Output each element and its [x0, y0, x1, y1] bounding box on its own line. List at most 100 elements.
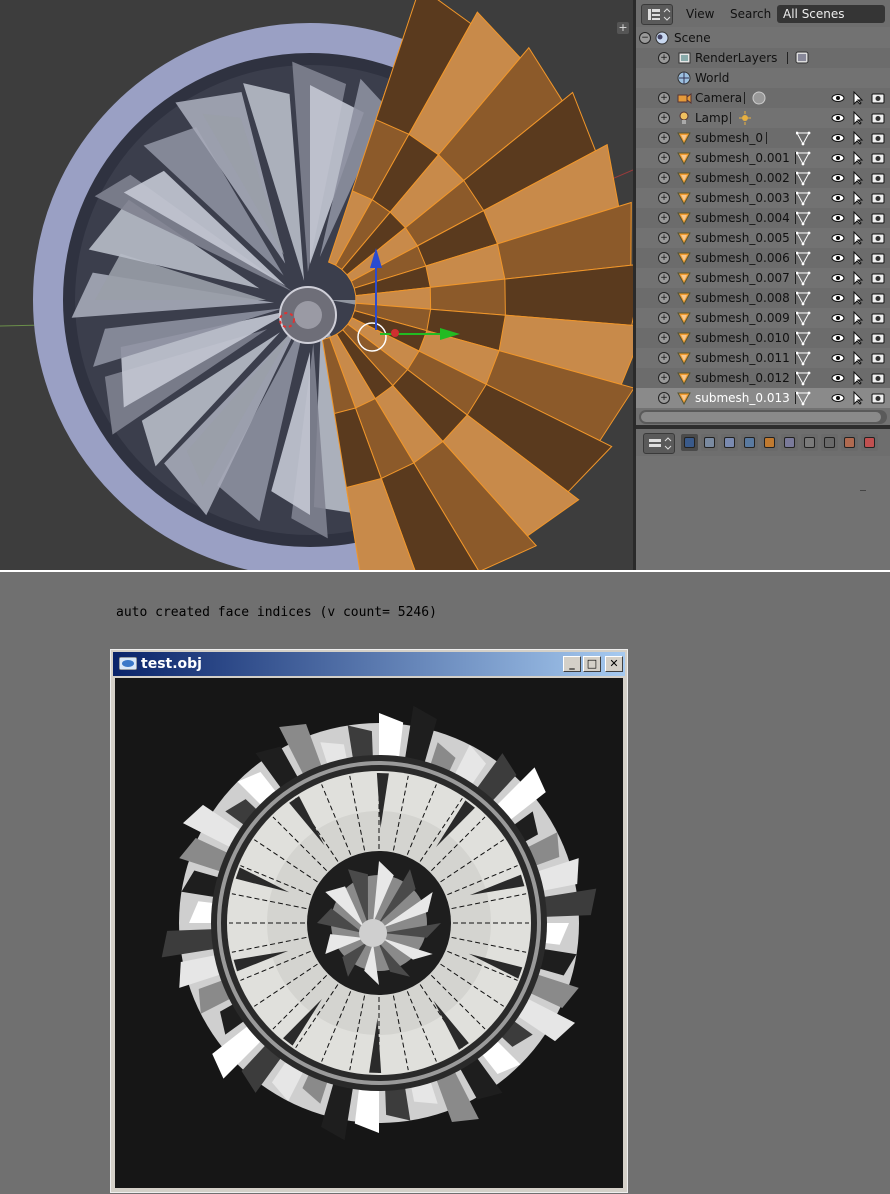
- mesh-data-icon[interactable]: [796, 290, 811, 306]
- renderable-camera-icon[interactable]: [871, 351, 885, 365]
- renderable-camera-icon[interactable]: [871, 191, 885, 205]
- menu-search[interactable]: Search: [730, 7, 771, 21]
- render-layers-icon[interactable]: [701, 434, 718, 451]
- outliner-row-renderlayers[interactable]: + RenderLayers: [636, 48, 890, 68]
- mesh-data-icon[interactable]: [796, 370, 811, 386]
- visibility-eye-icon[interactable]: [831, 171, 845, 185]
- data-icon[interactable]: [821, 434, 838, 451]
- mesh-data-icon[interactable]: [796, 170, 811, 186]
- expand-toggle-icon[interactable]: +: [658, 392, 670, 404]
- mesh-data-icon[interactable]: [796, 230, 811, 246]
- renderable-camera-icon[interactable]: [871, 271, 885, 285]
- outliner-row-camera[interactable]: + Camera: [636, 88, 890, 108]
- mesh-data-icon[interactable]: [796, 270, 811, 286]
- outliner-row-mesh[interactable]: + submesh_0.010: [636, 328, 890, 348]
- expand-toggle-icon[interactable]: +: [658, 292, 670, 304]
- outliner-row-mesh[interactable]: + submesh_0: [636, 128, 890, 148]
- viewport-expand-icon[interactable]: +: [617, 22, 629, 34]
- selectable-cursor-icon[interactable]: [851, 311, 865, 325]
- camera-data-icon[interactable]: [752, 90, 767, 106]
- object-icon[interactable]: [761, 434, 778, 451]
- visibility-eye-icon[interactable]: [831, 251, 845, 265]
- expand-toggle-icon[interactable]: +: [658, 272, 670, 284]
- expand-toggle-icon[interactable]: +: [658, 332, 670, 344]
- scrollbar-thumb[interactable]: [641, 412, 881, 422]
- mesh-data-icon[interactable]: [796, 150, 811, 166]
- outliner-row-mesh[interactable]: + submesh_0.005: [636, 228, 890, 248]
- renderable-camera-icon[interactable]: [871, 291, 885, 305]
- selectable-cursor-icon[interactable]: [851, 111, 865, 125]
- expand-toggle-icon[interactable]: +: [658, 152, 670, 164]
- 3d-mesh-render[interactable]: [0, 0, 633, 570]
- outliner-row-lamp[interactable]: + Lamp: [636, 108, 890, 128]
- selectable-cursor-icon[interactable]: [851, 131, 865, 145]
- selectable-cursor-icon[interactable]: [851, 351, 865, 365]
- selectable-cursor-icon[interactable]: [851, 331, 865, 345]
- constraints-icon[interactable]: [781, 434, 798, 451]
- outliner-row-mesh[interactable]: + submesh_0.002: [636, 168, 890, 188]
- render-canvas[interactable]: [115, 678, 623, 1188]
- mesh-data-icon[interactable]: [796, 390, 811, 406]
- close-button[interactable]: ✕: [605, 656, 623, 672]
- editor-type-button[interactable]: [641, 4, 673, 25]
- renderlayers-data-icon[interactable]: [795, 50, 810, 66]
- outliner-row-mesh[interactable]: + submesh_0.013: [636, 388, 890, 408]
- renderable-camera-icon[interactable]: [871, 111, 885, 125]
- mesh-data-icon[interactable]: [796, 130, 811, 146]
- expand-toggle-icon[interactable]: +: [658, 212, 670, 224]
- visibility-eye-icon[interactable]: [831, 291, 845, 305]
- visibility-eye-icon[interactable]: [831, 111, 845, 125]
- expand-toggle-icon[interactable]: −: [639, 32, 651, 44]
- renderable-camera-icon[interactable]: [871, 391, 885, 405]
- selectable-cursor-icon[interactable]: [851, 291, 865, 305]
- selectable-cursor-icon[interactable]: [851, 191, 865, 205]
- window-titlebar[interactable]: test.obj _ □ ✕: [113, 652, 625, 676]
- modifiers-icon[interactable]: [801, 434, 818, 451]
- lamp-data-icon[interactable]: [738, 110, 753, 126]
- renderable-camera-icon[interactable]: [871, 331, 885, 345]
- expand-toggle-icon[interactable]: +: [658, 312, 670, 324]
- outliner-row-world[interactable]: World: [636, 68, 890, 88]
- outliner-row-mesh[interactable]: + submesh_0.011: [636, 348, 890, 368]
- mesh-data-icon[interactable]: [796, 210, 811, 226]
- outliner-row-scene[interactable]: − Scene: [636, 28, 890, 48]
- selectable-cursor-icon[interactable]: [851, 251, 865, 265]
- selectable-cursor-icon[interactable]: [851, 371, 865, 385]
- outliner-scrollbar[interactable]: [639, 410, 887, 424]
- maximize-button[interactable]: □: [583, 656, 601, 672]
- texture-icon[interactable]: [861, 434, 878, 451]
- expand-toggle-icon[interactable]: +: [658, 372, 670, 384]
- renderable-camera-icon[interactable]: [871, 251, 885, 265]
- selectable-cursor-icon[interactable]: [851, 171, 865, 185]
- outliner-row-mesh[interactable]: + submesh_0.008: [636, 288, 890, 308]
- renderable-camera-icon[interactable]: [871, 311, 885, 325]
- expand-toggle-icon[interactable]: +: [658, 232, 670, 244]
- renderable-camera-icon[interactable]: [871, 131, 885, 145]
- selectable-cursor-icon[interactable]: [851, 211, 865, 225]
- renderable-camera-icon[interactable]: [871, 211, 885, 225]
- outliner-row-mesh[interactable]: + submesh_0.004: [636, 208, 890, 228]
- mesh-data-icon[interactable]: [796, 330, 811, 346]
- visibility-eye-icon[interactable]: [831, 391, 845, 405]
- renderable-camera-icon[interactable]: [871, 151, 885, 165]
- expand-toggle-icon[interactable]: +: [658, 172, 670, 184]
- selectable-cursor-icon[interactable]: [851, 91, 865, 105]
- selectable-cursor-icon[interactable]: [851, 391, 865, 405]
- selectable-cursor-icon[interactable]: [851, 151, 865, 165]
- visibility-eye-icon[interactable]: [831, 371, 845, 385]
- expand-toggle-icon[interactable]: +: [658, 352, 670, 364]
- visibility-eye-icon[interactable]: [831, 191, 845, 205]
- renderable-camera-icon[interactable]: [871, 371, 885, 385]
- 3d-viewport[interactable]: +: [0, 0, 633, 570]
- panel-handle[interactable]: [860, 490, 866, 491]
- world-icon[interactable]: [741, 434, 758, 451]
- outliner-row-mesh[interactable]: + submesh_0.009: [636, 308, 890, 328]
- outliner-row-mesh[interactable]: + submesh_0.012: [636, 368, 890, 388]
- visibility-eye-icon[interactable]: [831, 211, 845, 225]
- mesh-data-icon[interactable]: [796, 190, 811, 206]
- outliner-row-mesh[interactable]: + submesh_0.001: [636, 148, 890, 168]
- outliner-row-mesh[interactable]: + submesh_0.003: [636, 188, 890, 208]
- renderable-camera-icon[interactable]: [871, 91, 885, 105]
- minimize-button[interactable]: _: [563, 656, 581, 672]
- mesh-data-icon[interactable]: [796, 310, 811, 326]
